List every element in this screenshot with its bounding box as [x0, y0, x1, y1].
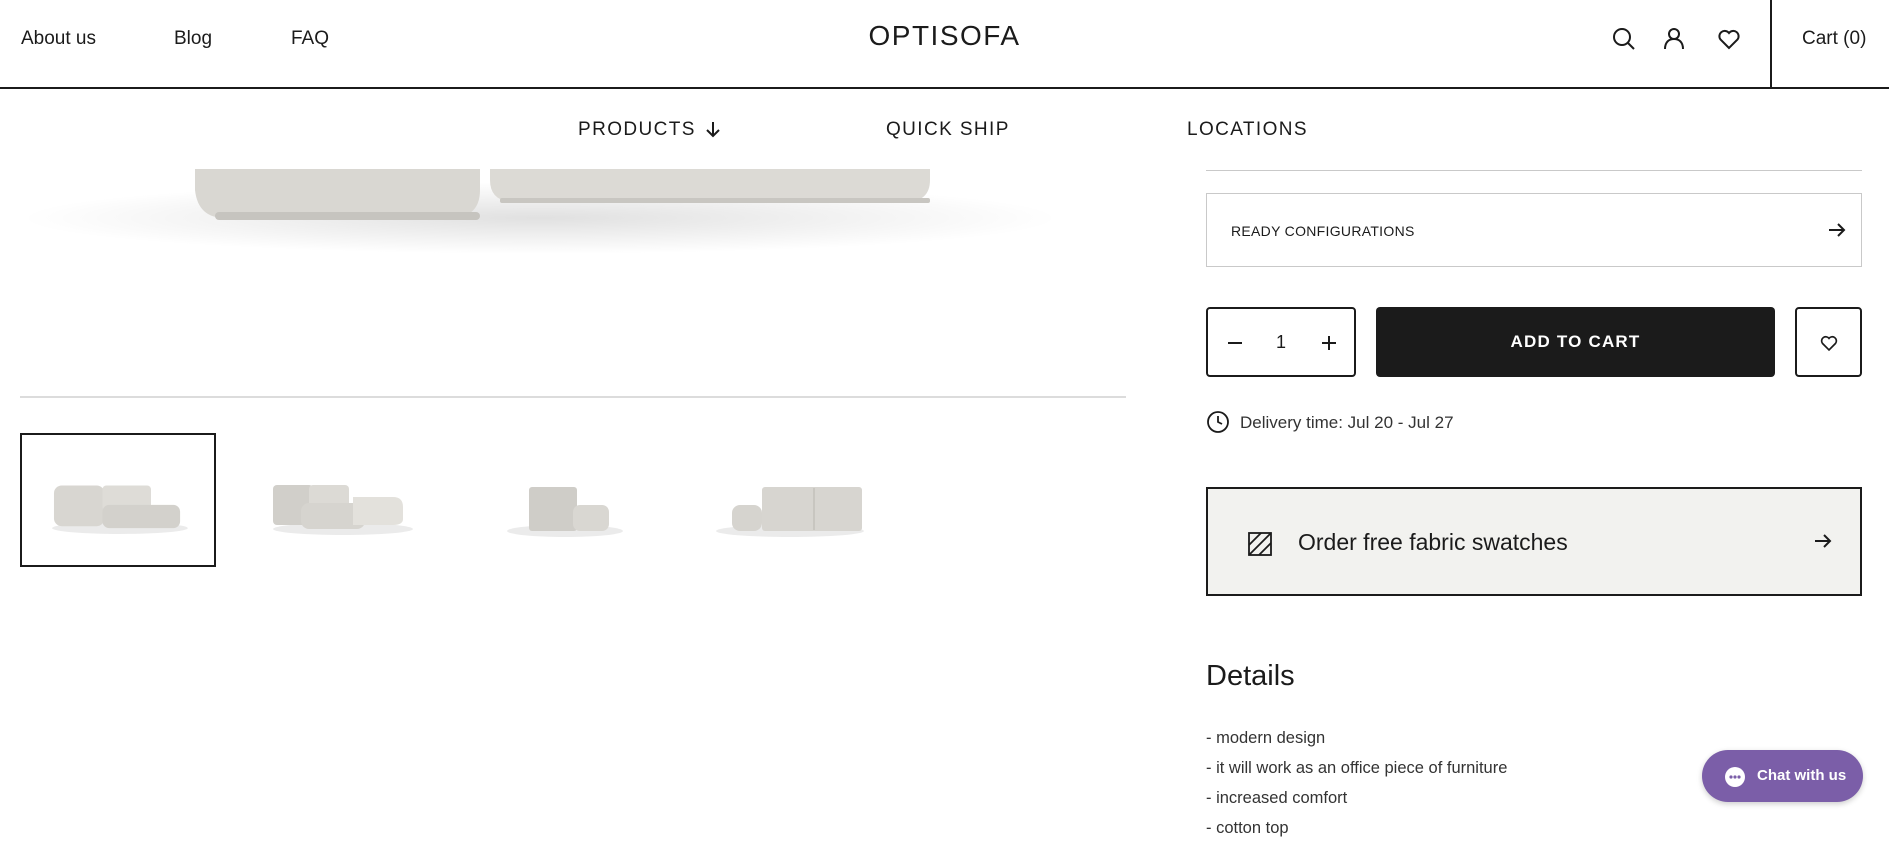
clock-icon [1207, 411, 1229, 433]
details-item: - increased comfort [1206, 789, 1348, 807]
nav-products[interactable]: PRODUCTS [578, 119, 722, 141]
details-list: - modern design - it will work as an off… [1206, 723, 1507, 843]
nav-products-label: PRODUCTS [578, 119, 696, 140]
add-to-wishlist-button[interactable] [1795, 307, 1862, 377]
gallery-thumbnail[interactable] [20, 433, 216, 567]
arrow-right-icon [1827, 220, 1847, 240]
details-item: - cotton top [1206, 819, 1289, 837]
add-to-cart-button[interactable]: ADD TO CART [1376, 307, 1775, 377]
category-nav: PRODUCTS QUICK SHIP LOCATIONS [0, 89, 1889, 169]
gallery-thumbnail[interactable] [467, 433, 663, 567]
details-item: - modern design [1206, 729, 1326, 747]
search-icon[interactable] [1611, 26, 1637, 52]
gallery-thumbnail[interactable] [690, 433, 886, 567]
nav-quick-ship[interactable]: QUICK SHIP [886, 119, 1010, 141]
main-product-image[interactable] [20, 130, 1126, 400]
chat-label: Chat with us [1757, 767, 1847, 784]
delivery-time-text: Delivery time: Jul 20 - Jul 27 [1240, 413, 1454, 432]
details-heading: Details [1206, 660, 1295, 692]
chat-widget-button[interactable]: Chat with us [1702, 750, 1863, 802]
plus-icon[interactable] [1318, 332, 1340, 354]
gallery-thumbnail[interactable] [243, 433, 439, 567]
configurator-divider [1206, 170, 1862, 171]
arrow-down-icon [706, 122, 720, 138]
wishlist-heart-icon[interactable] [1716, 26, 1742, 52]
site-header: About us Blog FAQ OPTISOFA Cart (0) [0, 0, 1889, 89]
cart-link[interactable]: Cart (0) [1802, 28, 1866, 50]
quantity-stepper: 1 [1206, 307, 1356, 377]
chat-bubble-icon [1725, 767, 1745, 787]
swatches-label: Order free fabric swatches [1298, 529, 1568, 555]
arrow-right-icon [1813, 531, 1833, 551]
gallery-divider [20, 396, 1126, 398]
site-logo[interactable]: OPTISOFA [0, 20, 1889, 52]
ready-configurations-label: READY CONFIGURATIONS [1231, 223, 1415, 239]
user-icon[interactable] [1661, 26, 1687, 52]
order-swatches-button[interactable]: Order free fabric swatches [1206, 487, 1862, 596]
heart-icon [1820, 335, 1838, 352]
nav-locations[interactable]: LOCATIONS [1187, 119, 1308, 141]
swatch-icon [1248, 532, 1272, 556]
ready-configurations-button[interactable]: READY CONFIGURATIONS [1206, 193, 1862, 267]
details-item: - it will work as an office piece of fur… [1206, 759, 1508, 777]
cart-divider [1770, 0, 1772, 87]
